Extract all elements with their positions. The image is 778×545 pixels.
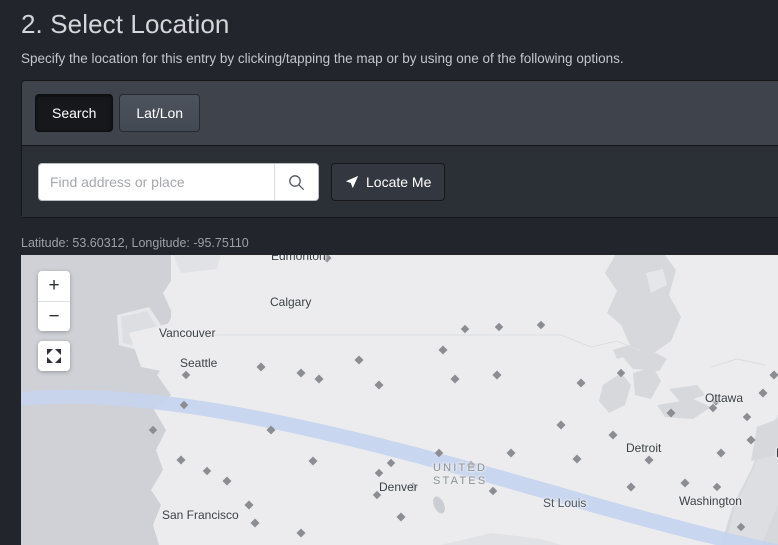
search-input[interactable] (39, 164, 274, 200)
tab-search[interactable]: Search (35, 94, 113, 132)
map-controls: + − (38, 271, 70, 371)
zoom-in-button[interactable]: + (38, 271, 70, 301)
panel-tab-bar: Search Lat/Lon (22, 81, 778, 146)
location-arrow-icon (345, 175, 359, 189)
map-canvas (21, 255, 778, 545)
fullscreen-button[interactable] (38, 341, 70, 371)
tab-lat-lon-label: Lat/Lon (136, 105, 183, 121)
location-map[interactable]: Edmonton Calgary Vancouver Seattle San F… (21, 255, 778, 545)
tab-lat-lon[interactable]: Lat/Lon (119, 94, 200, 132)
location-input-panel: Search Lat/Lon (21, 80, 778, 218)
tab-search-label: Search (52, 105, 96, 121)
page-title: 2. Select Location (21, 8, 230, 40)
expand-arrows-icon (46, 348, 62, 364)
search-submit-button[interactable] (274, 164, 318, 200)
locate-me-label: Locate Me (366, 174, 431, 190)
coordinates-readout: Latitude: 53.60312, Longitude: -95.75110 (21, 236, 249, 250)
zoom-control-group: + − (38, 271, 70, 331)
tab-group: Search Lat/Lon (35, 94, 778, 132)
panel-body: Locate Me (22, 146, 778, 217)
zoom-out-button[interactable]: − (38, 301, 70, 331)
search-icon (288, 174, 305, 191)
search-field-group (38, 163, 319, 201)
select-location-screen: 2. Select Location Specify the location … (0, 0, 778, 545)
page-subtitle: Specify the location for this entry by c… (21, 51, 624, 66)
locate-me-button[interactable]: Locate Me (331, 163, 445, 201)
